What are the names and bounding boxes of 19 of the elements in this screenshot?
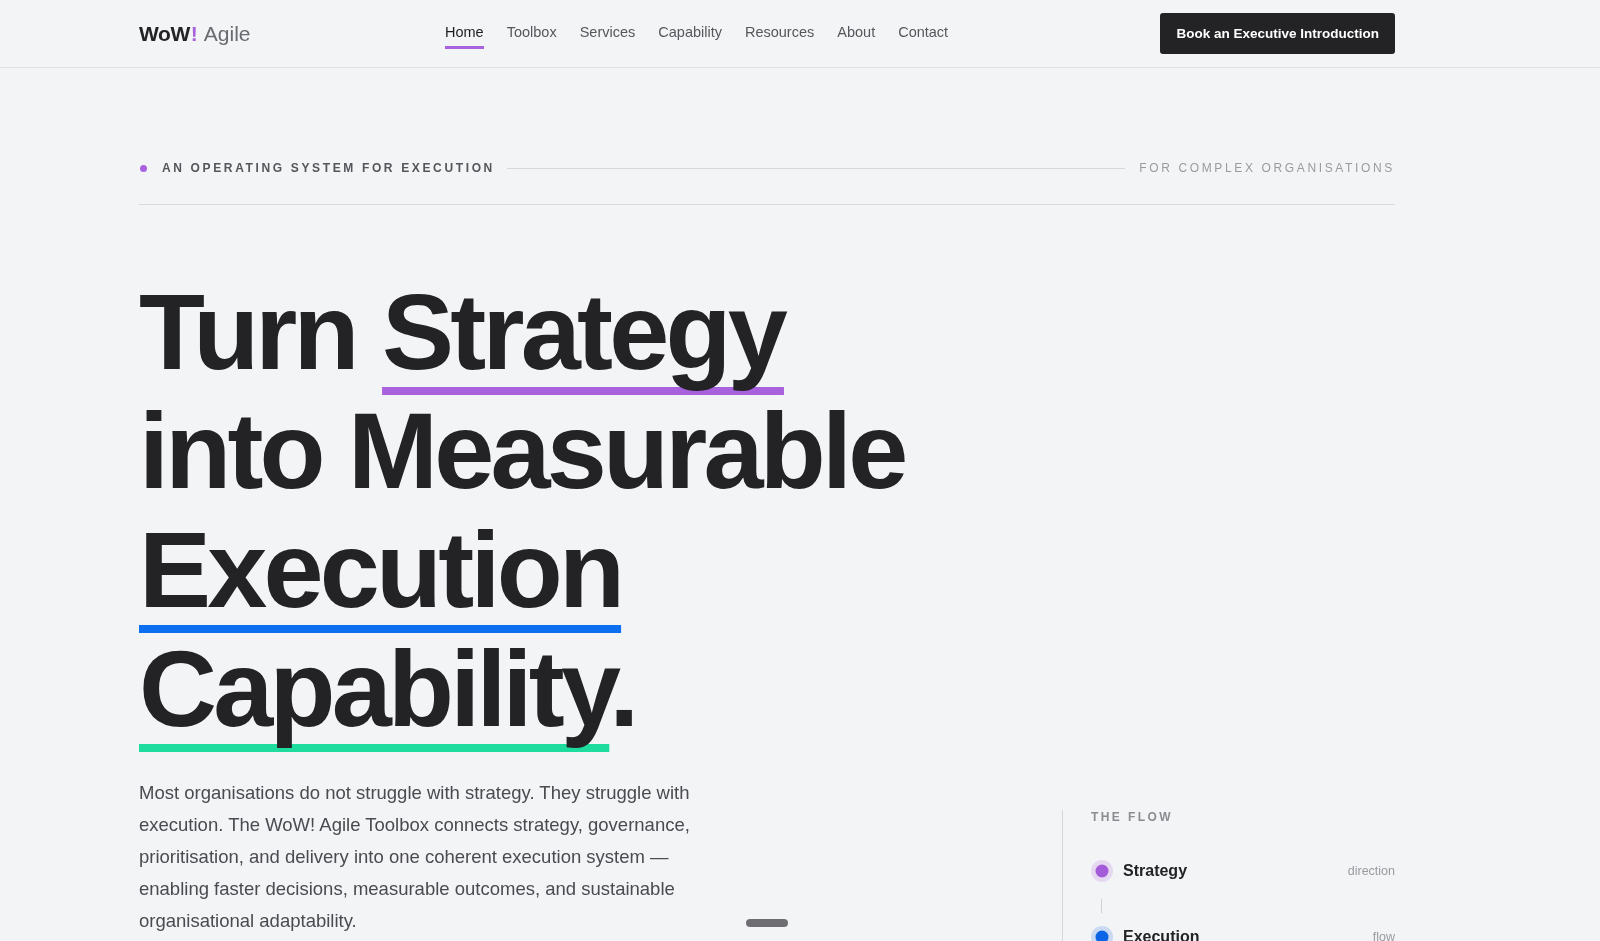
flow-title: THE FLOW bbox=[1091, 810, 1173, 824]
nav-link[interactable]: Services bbox=[579, 18, 636, 49]
flow-step-name: Strategy bbox=[1123, 862, 1188, 880]
logo[interactable]: WoW! Agile bbox=[139, 21, 251, 46]
book-introduction-button[interactable]: Book an Executive Introduction bbox=[1160, 13, 1395, 54]
nav-link[interactable]: Resources bbox=[744, 18, 815, 49]
hero-headline: Turn Strategy into Measurable Execution Capability. bbox=[139, 272, 905, 748]
nav-link[interactable]: Contact bbox=[898, 18, 949, 49]
nav-link[interactable]: Toolbox bbox=[506, 18, 557, 49]
dot-icon bbox=[140, 164, 147, 172]
hero-description: Most organisations do not struggle with strategy. They struggle with execution. The WoW! Agile Toolbox connects strategy, governance, prioritisation, and delivery into one coherent execution system — enabling faster decisions, measurable outcomes, and sustainable organisational adaptability. bbox=[139, 781, 691, 933]
nav-link[interactable]: About bbox=[837, 18, 876, 49]
eyebrow-text: FOR COMPLEX ORGANISATIONS bbox=[1139, 160, 1395, 176]
flow-step-note: flow bbox=[1372, 930, 1395, 941]
eyebrow-text: AN OPERATING SYSTEM FOR EXECUTION bbox=[162, 160, 495, 176]
nav-link[interactable]: Capability bbox=[658, 18, 722, 49]
scroll-indicator-icon bbox=[746, 919, 788, 927]
nav-link[interactable]: Home bbox=[445, 18, 484, 49]
flow-step-note: direction bbox=[1347, 864, 1395, 878]
